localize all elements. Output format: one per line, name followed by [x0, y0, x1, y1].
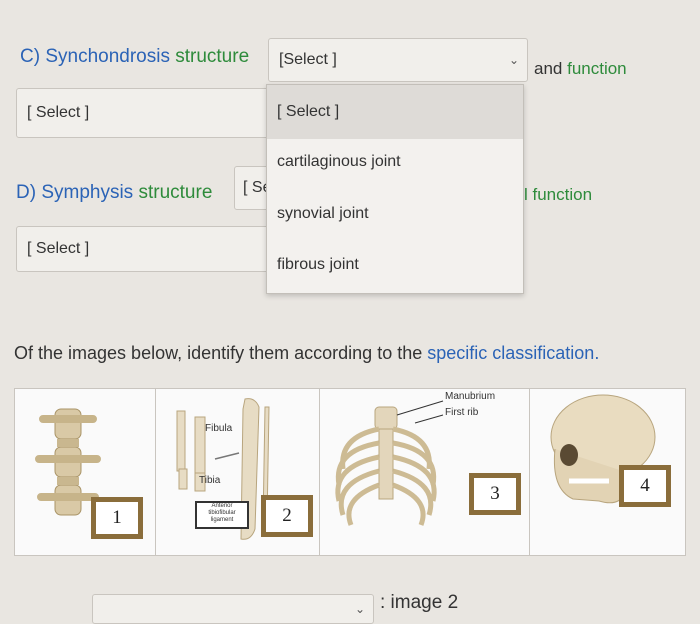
first-rib-label: First rib [445, 407, 479, 418]
image-2-tibiofibular: Fibula Tibia Anterior tibiofibular ligam… [155, 389, 320, 555]
function-label-d: l function [524, 185, 593, 204]
function-dropdown-c-value: [ Select ] [27, 104, 90, 121]
question-c-label: C) Synchondrosis structure [20, 46, 249, 68]
manubrium-label: Manubrium [445, 391, 496, 402]
number-box-1: 1 [91, 497, 143, 539]
number-box-3: 3 [469, 473, 521, 515]
ribcage-illustration [335, 400, 444, 526]
question-c-prefix: C) Synchondrosis [20, 46, 170, 67]
image-strip: 1 Fibula Tibia Anterior tibiofibular lig… [14, 388, 686, 556]
function-dropdown-d[interactable]: [ Select ] [16, 226, 272, 272]
answer-dropdown[interactable]: ⌄ [92, 594, 374, 624]
fibula-label: Fibula [205, 423, 233, 434]
ligament-label: Anterior tibiofibular ligament [195, 501, 249, 529]
instruction-highlight: specific classification. [427, 343, 600, 363]
function-dropdown-c[interactable]: [ Select ] [16, 88, 272, 138]
question-d-label: D) Symphysis structure [16, 182, 212, 204]
answer-image-label: : image 2 [380, 592, 459, 613]
question-c-structure-word: structure [175, 46, 250, 67]
option-fibrous-joint[interactable]: fibrous joint [267, 256, 523, 274]
image-3-ribcage: Manubrium First rib 3 [319, 389, 530, 555]
option-synovial-joint[interactable]: synovial joint [267, 205, 523, 223]
structure-dropdown-c-value: [Select ] [279, 51, 337, 68]
image-4-skull: 4 [529, 389, 685, 555]
instruction-text: Of the images below, identify them accor… [14, 343, 599, 364]
number-box-4: 4 [619, 465, 671, 507]
question-d-prefix: D) Symphysis [16, 182, 134, 203]
option-select[interactable]: [ Select ] [267, 85, 523, 139]
dropdown-menu[interactable]: [ Select ] cartilaginous joint synovial … [266, 84, 524, 294]
instruction-main: Of the images below, identify them accor… [14, 343, 423, 363]
option-cartilaginous-joint[interactable]: cartilaginous joint [267, 153, 523, 171]
image-1-vertebrae: 1 [15, 389, 156, 555]
function-dropdown-d-value: [ Select ] [27, 240, 90, 257]
structure-dropdown-c[interactable]: [Select ] ⌄ [268, 38, 528, 82]
and-function-label: and function [534, 59, 627, 78]
number-box-2: 2 [261, 495, 313, 537]
chevron-down-icon: ⌄ [508, 53, 519, 67]
tibia-label: Tibia [199, 475, 221, 486]
question-d-structure-word: structure [138, 182, 213, 203]
chevron-down-icon: ⌄ [354, 602, 365, 616]
